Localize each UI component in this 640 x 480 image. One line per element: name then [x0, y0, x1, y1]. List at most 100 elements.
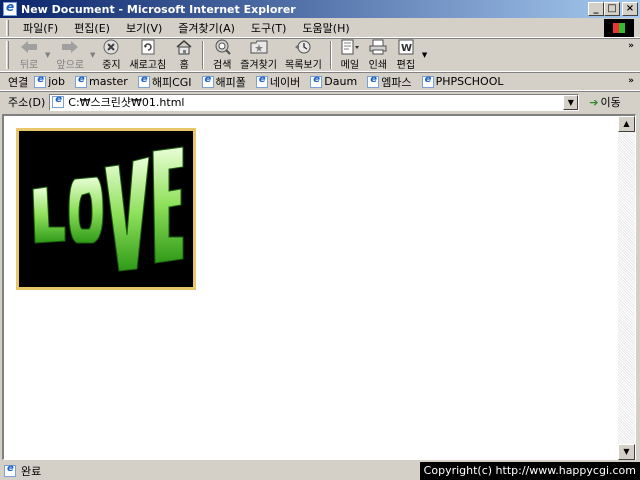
status-text: 완료: [21, 465, 42, 478]
address-bar: 주소(D) C:₩스크린샷₩01.html ▼ ➔ 이동: [0, 91, 640, 112]
ie-app-icon[interactable]: [3, 0, 17, 16]
back-label: 뒤로: [19, 60, 39, 71]
favorites-button[interactable]: 즐겨찾기: [236, 39, 281, 71]
link-text: Daum: [324, 75, 358, 88]
copyright-banner: Copyright(c) http://www.happycgi.com: [419, 462, 640, 480]
scroll-down-arrow-icon[interactable]: ▼: [618, 444, 635, 460]
refresh-label: 새로고침: [129, 60, 167, 71]
address-value[interactable]: C:₩스크린샷₩01.html: [68, 94, 184, 110]
link-happypoll[interactable]: 해피폴: [201, 74, 246, 90]
link-text: 엠파스: [381, 75, 412, 89]
menu-favorites[interactable]: 즐겨찾기(A): [170, 20, 243, 36]
go-arrow-icon: ➔: [589, 95, 599, 109]
menubar-grip[interactable]: [6, 19, 9, 36]
edit-label: 편집: [396, 60, 416, 71]
address-label: 주소(D): [8, 96, 46, 109]
toolbar-grip[interactable]: [6, 41, 9, 69]
ie-page-icon: [310, 74, 323, 88]
link-job[interactable]: job: [34, 74, 65, 88]
home-label: 홈: [179, 60, 189, 71]
history-icon: [293, 39, 313, 55]
menu-tools[interactable]: 도구(T): [243, 20, 295, 36]
vertical-scrollbar[interactable]: ▲ ▼: [618, 116, 635, 460]
page-content: [4, 116, 618, 460]
favorites-folder-icon: [249, 39, 269, 55]
window-titlebar[interactable]: New Document - Microsoft Internet Explor…: [0, 0, 640, 18]
address-dropdown-icon[interactable]: ▼: [563, 94, 579, 110]
status-bar: 완료 Copyright(c) http://www.happycgi.com: [0, 462, 640, 480]
back-dropdown-icon[interactable]: ▼: [45, 51, 50, 59]
go-label: 이동: [600, 96, 621, 109]
ie-page-icon: [137, 74, 150, 88]
stop-label: 중지: [102, 60, 121, 71]
page-icon: [52, 94, 65, 108]
link-master[interactable]: master: [75, 74, 128, 88]
menu-view[interactable]: 보기(V): [118, 20, 170, 36]
history-label: 목록보기: [285, 60, 322, 71]
menu-edit[interactable]: 편집(E): [66, 20, 118, 36]
links-more-chevron[interactable]: »: [628, 76, 634, 86]
toolbar-separator-2: [329, 41, 332, 69]
menu-file[interactable]: 파일(F): [15, 20, 66, 36]
scroll-up-arrow-icon[interactable]: ▲: [618, 116, 635, 132]
ie-page-icon: [367, 74, 380, 88]
address-input[interactable]: C:₩스크린샷₩01.html ▼: [49, 93, 580, 111]
print-button[interactable]: 인쇄: [364, 39, 392, 71]
mail-label: 메일: [340, 60, 360, 71]
links-bar: 연결 job master 해피CGI 해피폴 네이버 Daum 엠파스 PHP…: [0, 72, 640, 91]
links-label: 연결: [8, 75, 29, 89]
minimize-button[interactable]: _: [588, 2, 604, 16]
search-button[interactable]: 검색: [208, 39, 236, 71]
love-image: [16, 128, 196, 290]
toolbar-more-chevron[interactable]: »: [628, 41, 634, 51]
mail-button[interactable]: 메일: [336, 39, 364, 71]
ie-page-icon: [75, 74, 88, 88]
search-label: 검색: [213, 60, 232, 71]
standard-toolbar: 뒤로 ▼ 앞으로 ▼ 중지 새로고침 홈 검색 즐겨찾기 목록보기 메일 인쇄 …: [0, 38, 640, 72]
go-button[interactable]: ➔ 이동: [589, 94, 620, 110]
forward-label: 앞으로: [56, 60, 84, 71]
page-viewport: ▲ ▼: [2, 114, 636, 460]
ie-page-icon: [34, 74, 47, 88]
menu-bar: 파일(F) 편집(E) 보기(V) 즐겨찾기(A) 도구(T) 도움말(H): [0, 18, 640, 38]
print-label: 인쇄: [368, 60, 388, 71]
svg-text:W: W: [401, 43, 412, 54]
forward-arrow-icon: [60, 39, 80, 55]
link-happycgi[interactable]: 해피CGI: [137, 74, 192, 90]
forward-dropdown-icon[interactable]: ▼: [90, 51, 95, 59]
window-title: New Document - Microsoft Internet Explor…: [21, 2, 296, 16]
toolbar-separator: [202, 41, 205, 69]
back-button[interactable]: 뒤로: [15, 39, 43, 71]
windows-logo-icon: [604, 19, 634, 37]
edit-button[interactable]: W 편집: [392, 39, 420, 71]
link-text: 해피폴: [215, 75, 246, 89]
home-button[interactable]: 홈: [170, 39, 198, 71]
link-daum[interactable]: Daum: [310, 74, 358, 88]
refresh-button[interactable]: 새로고침: [125, 39, 170, 71]
printer-icon: [368, 39, 388, 55]
menu-help[interactable]: 도움말(H): [294, 20, 357, 36]
refresh-icon: [138, 39, 158, 55]
search-icon: [212, 39, 232, 55]
link-empas[interactable]: 엠파스: [367, 74, 412, 90]
stop-button[interactable]: 중지: [97, 39, 125, 71]
favorites-label: 즐겨찾기: [240, 60, 278, 71]
close-button[interactable]: ×: [622, 2, 638, 16]
stop-icon: [101, 39, 121, 55]
ie-page-icon: [201, 74, 214, 88]
link-text: PHPSCHOOL: [435, 75, 504, 88]
link-phpschool[interactable]: PHPSCHOOL: [421, 74, 504, 88]
forward-button[interactable]: 앞으로: [52, 39, 88, 71]
word-edit-icon: W: [396, 39, 416, 55]
link-text: 해피CGI: [151, 75, 192, 89]
status-page-icon: [4, 463, 16, 477]
ie-page-icon: [255, 74, 268, 88]
link-text: master: [89, 75, 128, 88]
edit-dropdown-icon[interactable]: ▼: [422, 51, 427, 59]
home-icon: [174, 39, 194, 55]
link-naver[interactable]: 네이버: [255, 74, 301, 90]
maximize-button[interactable]: □: [604, 2, 620, 16]
back-arrow-icon: [19, 39, 39, 55]
history-button[interactable]: 목록보기: [281, 39, 326, 71]
link-text: 네이버: [269, 75, 301, 89]
